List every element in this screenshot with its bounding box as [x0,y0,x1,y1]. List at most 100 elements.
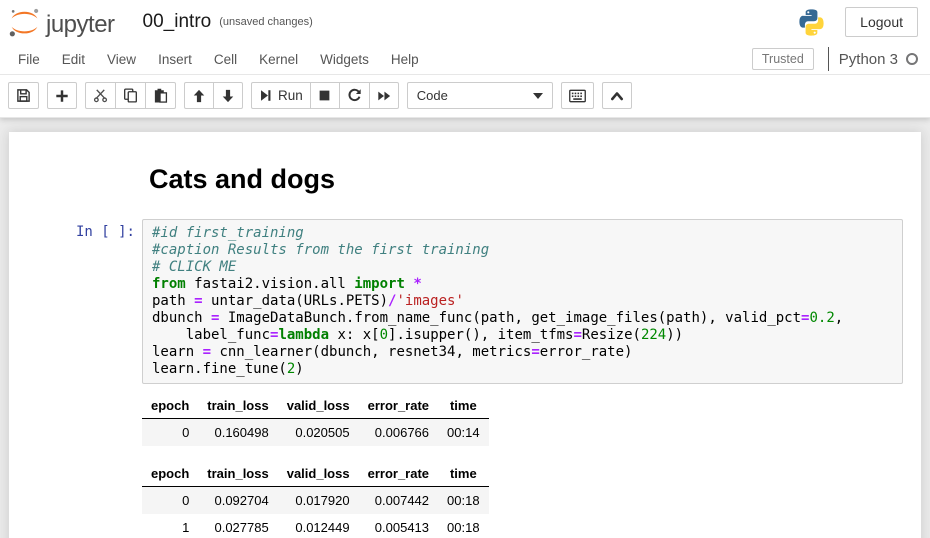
notebook-title[interactable]: 00_intro [143,11,212,33]
markdown-content: Cats and dogs [142,152,335,209]
table-cell: 0.160498 [198,419,277,447]
markdown-prompt [14,152,142,157]
caret-down-icon [533,93,543,99]
column-header-time: time [438,460,489,487]
arrow-down-icon [221,89,235,103]
code-input-area[interactable]: #id first_training#caption Results from … [142,219,903,384]
jupyter-logo[interactable]: jupyter [8,6,115,39]
python-logo-icon [796,7,827,38]
page-title: Cats and dogs [149,164,335,195]
column-header-train_loss: train_loss [198,392,277,419]
table-cell: 00:18 [438,514,489,538]
header-right: Logout [796,7,918,38]
notebook-container: Cats and dogs In [ ]: #id first_training… [9,132,921,538]
code-line: # CLICK ME [152,259,893,276]
column-header-epoch: epoch [142,392,198,419]
arrow-up-icon [192,89,206,103]
run-button[interactable]: Run [251,82,311,109]
paste-cells-button[interactable] [145,82,176,109]
table-cell: 00:14 [438,419,489,447]
table-cell: 0.006766 [359,419,438,447]
scissors-icon [93,88,108,103]
trusted-badge[interactable]: Trusted [752,48,814,70]
table-cell: 0.005413 [359,514,438,538]
code-line: learn.fine_tune(2) [152,361,893,378]
code-line: dbunch = ImageDataBunch.from_name_func(p… [152,310,893,327]
restart-run-all-button[interactable] [369,82,399,109]
code-line: #id first_training [152,225,893,242]
code-line: #caption Results from the first training [152,242,893,259]
save-icon [16,88,31,103]
copy-icon [123,88,138,103]
table-cell: 0.092704 [198,487,277,515]
fast-forward-icon [377,89,391,103]
table-cell: 0.027785 [198,514,277,538]
toolbar: Run Code [0,75,930,118]
command-palette-button[interactable] [561,82,594,109]
copy-cells-button[interactable] [115,82,146,109]
column-header-time: time [438,392,489,419]
menubar: FileEditViewInsertCellKernelWidgetsHelp … [0,44,930,75]
jupyter-brand-text: jupyter [46,13,115,39]
menu-insert[interactable]: Insert [147,46,203,73]
column-header-train_loss: train_loss [198,460,277,487]
table-row: 00.0927040.0179200.00744200:18 [142,487,489,515]
markdown-cell[interactable]: Cats and dogs [9,147,921,214]
menu-file[interactable]: File [7,46,51,73]
kernel-separator [828,47,829,71]
table-cell: 00:18 [438,487,489,515]
cell-type-value: Code [417,88,448,103]
column-header-valid_loss: valid_loss [278,460,359,487]
table-cell: 0 [142,487,198,515]
kernel-name: Python 3 [839,51,898,68]
menu-kernel[interactable]: Kernel [248,46,309,73]
menu-widgets[interactable]: Widgets [309,46,380,73]
table-cell: 0.017920 [278,487,359,515]
code-cell[interactable]: In [ ]: #id first_training#caption Resul… [9,214,921,538]
code-line: label_func=lambda x: x[0].isupper(), ite… [152,327,893,344]
collapse-toolbar-button[interactable] [602,82,632,109]
menu-help[interactable]: Help [380,46,430,73]
cell-type-select[interactable]: Code [407,82,553,109]
menu-edit[interactable]: Edit [51,46,96,73]
notebook-site: Cats and dogs In [ ]: #id first_training… [0,118,930,538]
chevron-up-icon [610,90,624,102]
code-line: learn = cnn_learner(dbunch, resnet34, me… [152,344,893,361]
step-forward-icon [259,89,272,102]
move-cells-up-button[interactable] [184,82,214,109]
menubar-items: FileEditViewInsertCellKernelWidgetsHelp [7,46,430,73]
table-cell: 0.007442 [359,487,438,515]
menu-view[interactable]: View [96,46,147,73]
table-cell: 0.020505 [278,419,359,447]
move-cells-down-button[interactable] [213,82,243,109]
insert-cell-below-button[interactable] [47,82,77,109]
code-line: from fastai2.vision.all import * [152,276,893,293]
jupyter-logo-icon [8,6,41,39]
training-results-table-1: epochtrain_lossvalid_losserror_ratetime0… [142,392,489,446]
checkpoint-status: (unsaved changes) [219,16,313,28]
table-row: 10.0277850.0124490.00541300:18 [142,514,489,538]
cut-cells-button[interactable] [85,82,116,109]
column-header-error_rate: error_rate [359,460,438,487]
restart-kernel-button[interactable] [339,82,370,109]
column-header-error_rate: error_rate [359,392,438,419]
code-editor[interactable]: #id first_training#caption Results from … [147,225,898,378]
training-results-table-2: epochtrain_lossvalid_losserror_ratetime0… [142,460,489,538]
logout-button[interactable]: Logout [845,7,918,37]
code-line: path = untar_data(URLs.PETS)/'images' [152,293,893,310]
save-button[interactable] [8,82,39,109]
interrupt-kernel-button[interactable] [310,82,340,109]
table-cell: 0.012449 [278,514,359,538]
table-cell: 0 [142,419,198,447]
header: jupyter 00_intro (unsaved changes) Logou… [0,0,930,118]
menubar-right: Trusted Python 3 [752,47,920,71]
menu-cell[interactable]: Cell [203,46,248,73]
header-top-row: jupyter 00_intro (unsaved changes) Logou… [0,0,930,44]
column-header-epoch: epoch [142,460,198,487]
keyboard-icon [569,89,586,103]
kernel-idle-icon [906,53,918,65]
refresh-icon [347,88,362,103]
run-button-label: Run [278,88,303,103]
output-prompt [14,384,142,389]
plus-icon [55,89,69,103]
